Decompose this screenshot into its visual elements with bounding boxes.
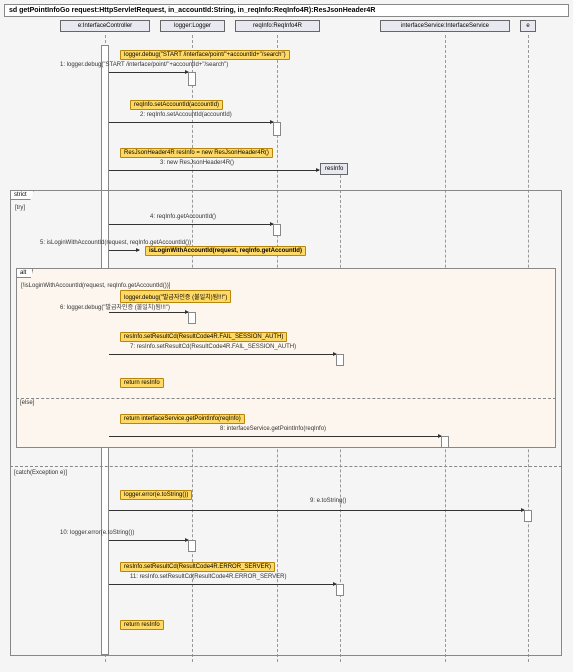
activation-bar [524, 510, 532, 522]
message-label: 8: interfaceService.getPointInfo(reqInfo… [220, 426, 326, 432]
object-resinfo: resInfo [320, 163, 348, 175]
lifeline-service: interfaceService:InterfaceService [380, 20, 510, 32]
lifeline-logger: logger:Logger [160, 20, 225, 32]
message-label: 3: new ResJsonHeader4R() [160, 160, 234, 166]
arrow-icon [109, 72, 188, 73]
activation-bar [273, 122, 281, 136]
message-box: logger.debug("START /interface/point/"+a… [120, 50, 290, 60]
return-box: return resInfo [120, 378, 164, 388]
activation-bar [188, 72, 196, 86]
frame-label: alt [17, 269, 33, 278]
message-label: 7: resInfo.setResultCd(ResultCode4R.FAIL… [130, 344, 296, 350]
frame-condition: [catch(Exception e)] [14, 470, 67, 476]
message-box: isLoginWithAccountId(request, reqInfo.ge… [145, 246, 306, 256]
frame-condition: [try] [15, 205, 25, 211]
alt-frame: alt [!isLoginWithAccountId(request, reqI… [16, 268, 556, 448]
arrow-icon [109, 510, 524, 511]
activation-bar [273, 224, 281, 236]
diagram-title: sd getPointInfoGo request:HttpServletReq… [4, 4, 569, 17]
activation-bar [336, 354, 344, 366]
frame-label: strict [11, 191, 34, 200]
message-label: 2: reqInfo.setAccountId(accountId) [140, 112, 232, 118]
message-label: 1: logger.debug("START /interface/point/… [60, 62, 228, 68]
message-box: logger.error(e.toString()) [120, 490, 192, 500]
arrow-icon [109, 540, 188, 541]
frame-condition: [else] [20, 400, 34, 406]
activation-bar [336, 584, 344, 596]
message-label: 9: e.toString() [310, 498, 346, 504]
lifeline-reqinfo: reqInfo:ReqInfo4R [235, 20, 320, 32]
lifeline-controller: e:InterfaceController [60, 20, 150, 32]
message-box: return interfaceService.getPointInfo(req… [120, 414, 245, 424]
arrow-icon [109, 354, 336, 355]
message-label: 6: logger.debug("발급자인증 (불일치)됨!!!") [60, 302, 170, 311]
message-box: reqInfo.setAccountId(accountId) [130, 100, 223, 110]
message-box: ResJsonHeader4R resInfo = new ResJsonHea… [120, 148, 273, 158]
return-box: return resInfo [120, 620, 164, 630]
message-label: 4: reqInfo.getAccountId() [150, 214, 216, 220]
message-box: resInfo.setResultCd(ResultCode4R.ERROR_S… [120, 562, 275, 572]
arrow-icon [109, 224, 273, 225]
arrow-icon [109, 250, 139, 251]
activation-bar [441, 436, 449, 448]
alt-divider [16, 398, 556, 399]
arrow-icon [109, 122, 273, 123]
activation-bar [188, 540, 196, 552]
arrow-icon [109, 584, 336, 585]
frame-condition: [!isLoginWithAccountId(request, reqInfo.… [21, 283, 170, 289]
strict-divider [10, 466, 562, 467]
message-label: 11: resInfo.setResultCd(ResultCode4R.ERR… [130, 574, 287, 580]
arrow-icon [109, 170, 319, 171]
arrow-icon [109, 312, 188, 313]
message-label: 10: logger.error(e.toString()) [60, 530, 134, 536]
message-box: resInfo.setResultCd(ResultCode4R.FAIL_SE… [120, 332, 287, 342]
activation-bar [188, 312, 196, 324]
arrow-icon [109, 436, 441, 437]
lifeline-e: e [520, 20, 536, 32]
